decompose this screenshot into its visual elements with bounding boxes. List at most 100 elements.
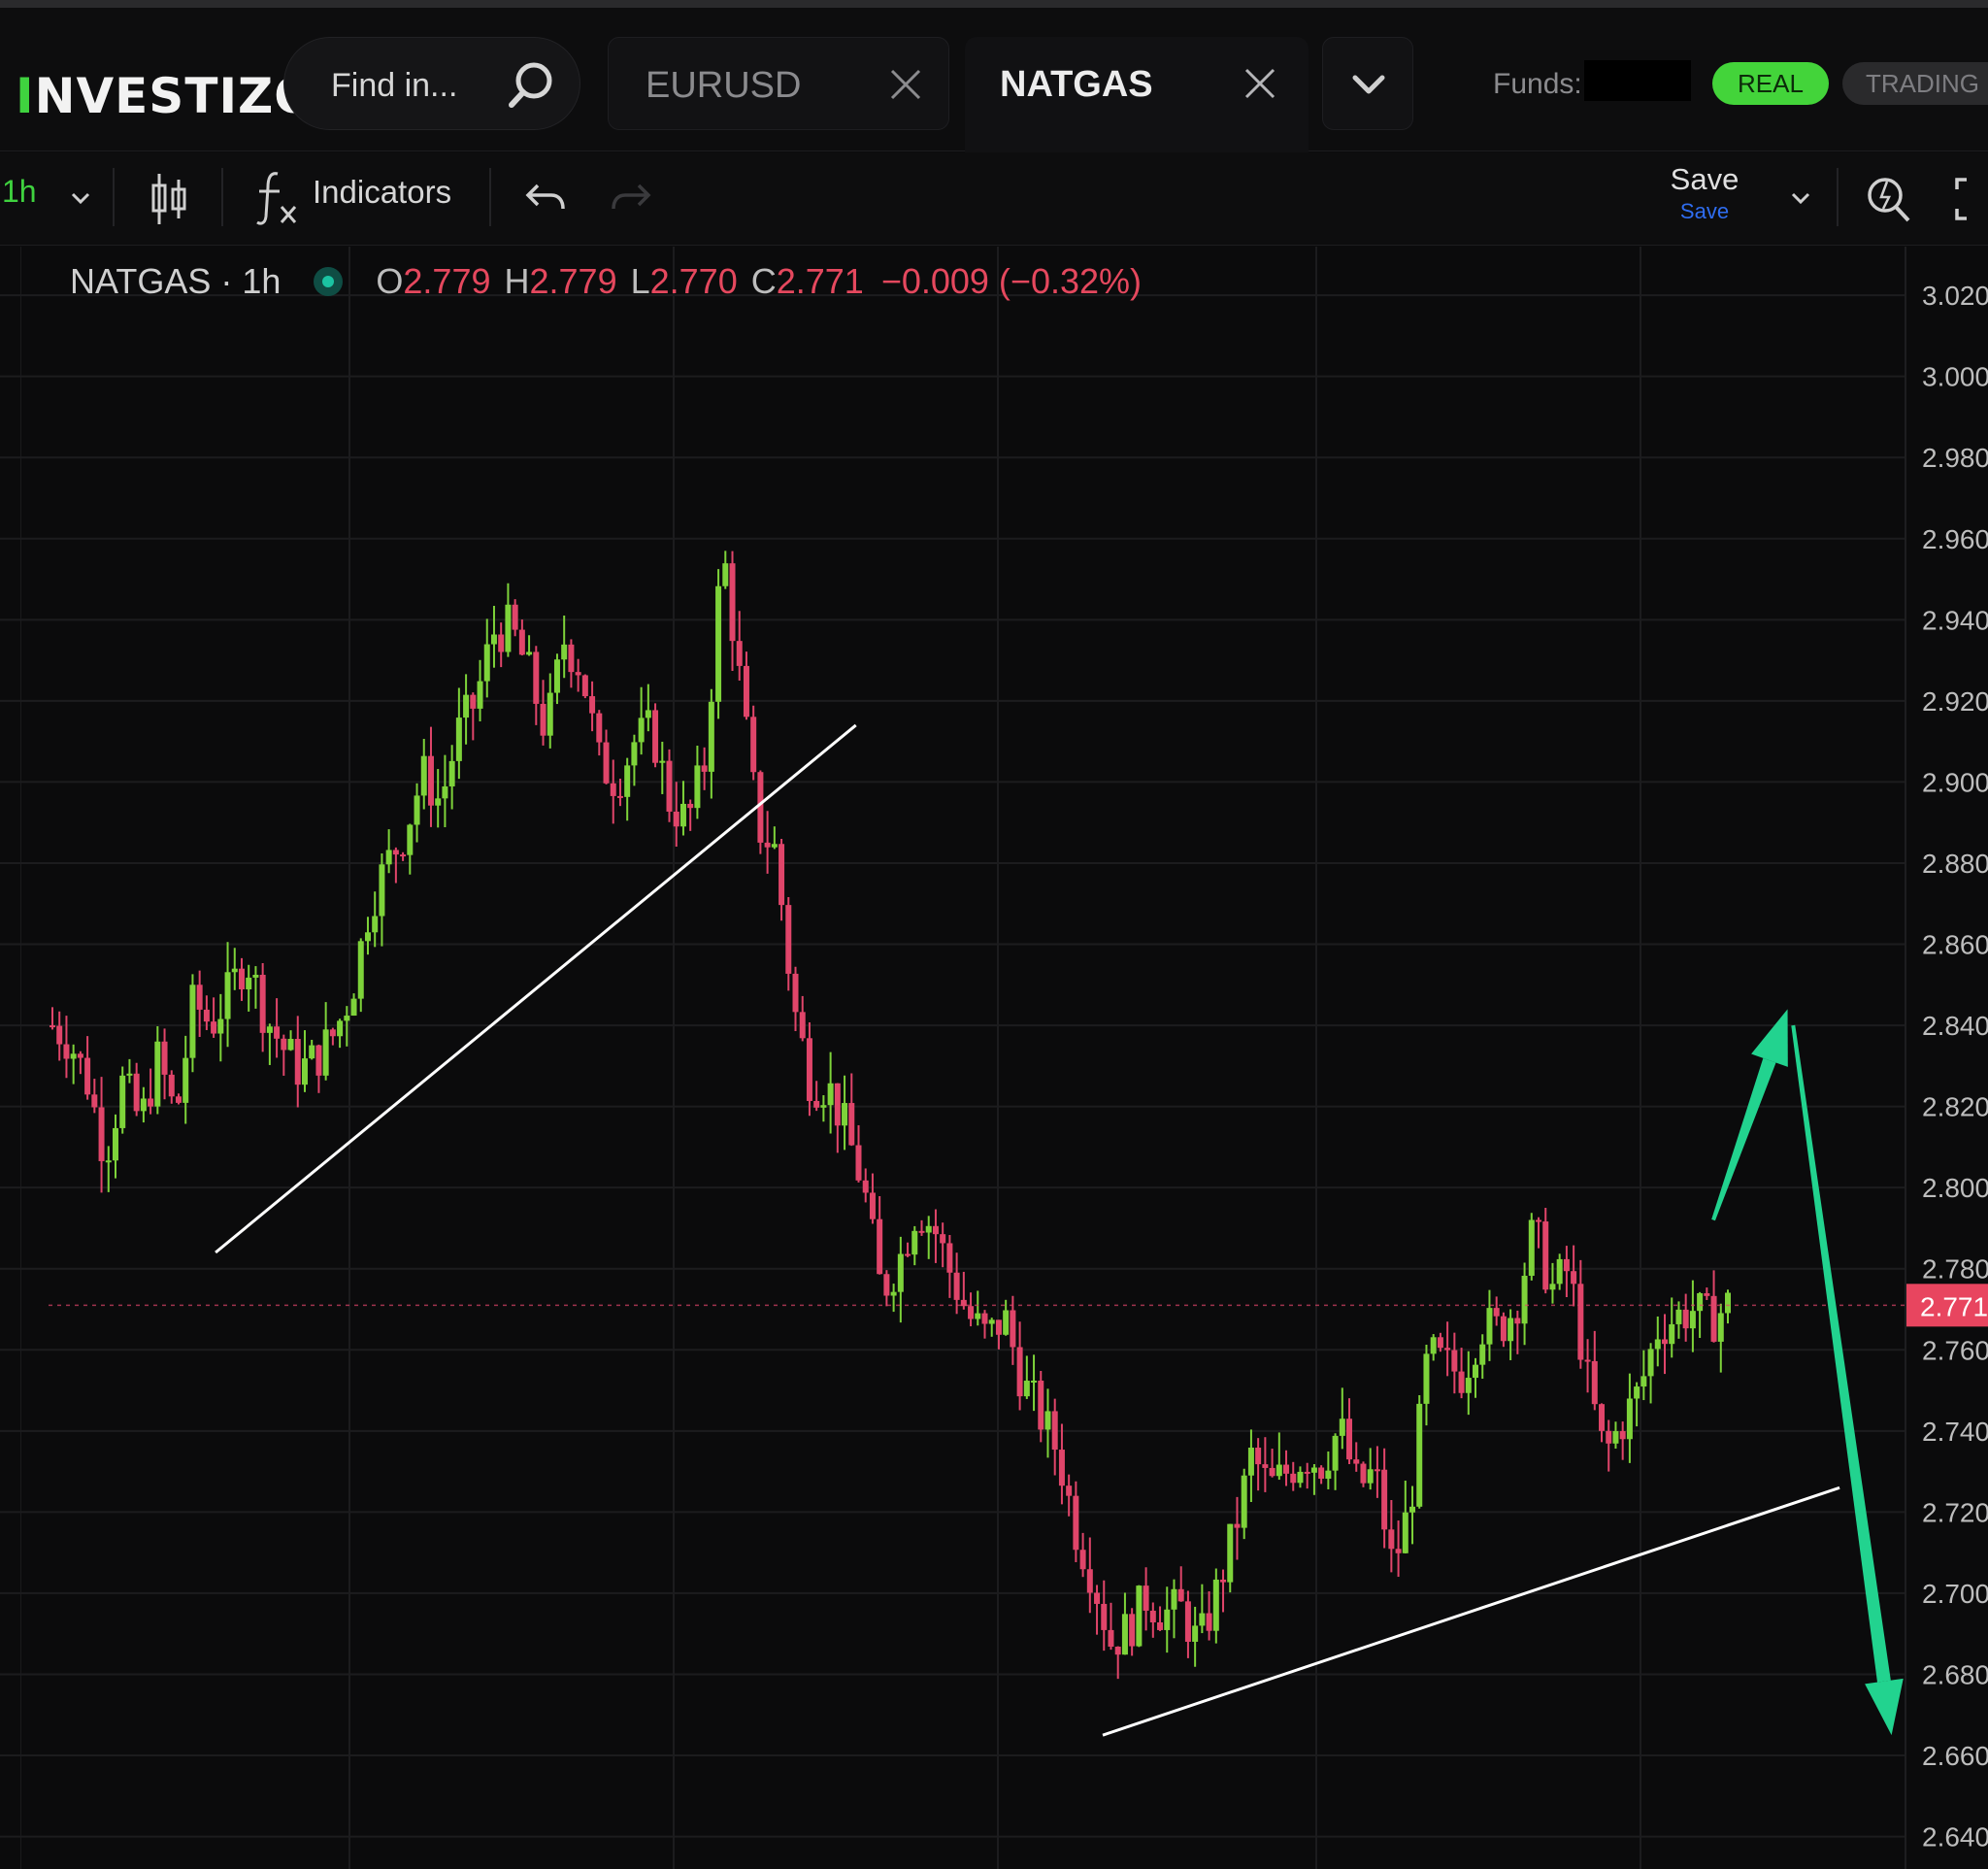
price-tick-label: 3.020 — [1922, 281, 1988, 311]
close-icon[interactable] — [1241, 64, 1279, 103]
candle-body — [1697, 1293, 1704, 1312]
candle-body — [119, 1075, 126, 1128]
legend-symbol: NATGAS · 1h — [70, 261, 282, 301]
symbol-search[interactable]: Find in... — [283, 37, 580, 130]
candle-body — [659, 760, 666, 763]
legend-open-value: 2.779 — [403, 261, 491, 301]
candle-body — [1079, 1550, 1086, 1570]
candle-body — [1339, 1418, 1345, 1436]
chevron-down-icon[interactable] — [1786, 184, 1815, 213]
real-account-toggle[interactable]: REAL — [1712, 62, 1829, 105]
legend-close-value: 2.771 — [776, 261, 864, 301]
candle-body — [105, 1160, 112, 1163]
chevron-down-icon[interactable] — [66, 184, 95, 213]
candle-body — [561, 644, 568, 660]
candle-body — [1584, 1359, 1591, 1362]
candle-body — [1493, 1308, 1500, 1317]
price-tick-label: 2.960 — [1922, 524, 1988, 554]
candles — [50, 551, 1731, 1680]
more-tabs-button[interactable] — [1322, 37, 1413, 130]
candle-body — [694, 765, 701, 809]
price-tick-label: 2.780 — [1922, 1254, 1988, 1285]
last-price-label: 2.771 — [1920, 1291, 1988, 1321]
candle-body — [224, 972, 231, 1019]
toolbar-divider — [221, 168, 223, 226]
tab-label: EURUSD — [646, 65, 802, 106]
price-chart[interactable] — [0, 247, 1988, 1869]
candle-body — [624, 765, 631, 797]
price-tick-label: 2.980 — [1922, 443, 1988, 473]
candle-body — [182, 1057, 189, 1103]
drawings — [215, 723, 1904, 1737]
candle-body — [771, 844, 778, 848]
quick-search-icon[interactable] — [1864, 170, 1914, 228]
candle-type-icon[interactable] — [146, 170, 192, 228]
logo-letter-i2: I — [218, 68, 239, 124]
price-axis[interactable]: 3.020 3.000 2.980 2.960 2.940 2.920 2.900 2.880… — [1905, 247, 1988, 1869]
candle-body — [1031, 1381, 1038, 1384]
candle-body — [1199, 1613, 1206, 1626]
candle-body — [1192, 1625, 1199, 1642]
price-tick-label: 3.000 — [1922, 362, 1988, 392]
function-fx-icon[interactable] — [254, 168, 301, 228]
candle-body — [1675, 1309, 1682, 1324]
candle-body — [154, 1041, 161, 1107]
candle-body — [960, 1299, 967, 1307]
candle-body — [1465, 1378, 1472, 1393]
candle-body — [1500, 1316, 1507, 1342]
undo-icon[interactable] — [524, 178, 567, 217]
tab-eurusd[interactable]: EURUSD — [608, 37, 949, 130]
candle-body — [1654, 1339, 1661, 1350]
candle-body — [616, 795, 623, 798]
price-tick-label: 2.860 — [1922, 930, 1988, 960]
candle-body — [848, 1103, 855, 1146]
candle-body — [995, 1319, 1002, 1335]
candle-body — [1206, 1613, 1212, 1631]
candle-body — [1430, 1337, 1437, 1354]
candle-body — [1177, 1588, 1184, 1602]
interval-selector[interactable]: 1h — [2, 174, 37, 210]
candle-body — [463, 694, 470, 718]
investizo-logo[interactable]: I NVEST I ZO — [16, 47, 316, 124]
candle-body — [1184, 1601, 1191, 1642]
redo-icon[interactable] — [610, 178, 652, 217]
trading-account-toggle[interactable]: TRADING — [1842, 62, 1988, 105]
candle-body — [1241, 1475, 1247, 1528]
candle-body — [1444, 1348, 1451, 1351]
candle-body — [161, 1041, 168, 1075]
candle-body — [168, 1074, 175, 1097]
candle-body — [679, 803, 686, 827]
toolbar-divider — [489, 168, 491, 226]
price-tick-label: 2.640 — [1922, 1822, 1988, 1852]
candle-body — [533, 651, 540, 704]
search-icon[interactable] — [504, 57, 558, 112]
candle-body — [1332, 1435, 1339, 1471]
candle-body — [505, 604, 512, 652]
candle-body — [1016, 1347, 1023, 1397]
close-icon[interactable] — [886, 65, 925, 104]
candle-body — [918, 1230, 925, 1233]
fullscreen-icon[interactable] — [1953, 176, 1988, 222]
tab-natgas[interactable]: NATGAS — [965, 37, 1309, 159]
candle-body — [1367, 1469, 1374, 1484]
price-tick-label: 2.740 — [1922, 1417, 1988, 1447]
candle-body — [1066, 1485, 1073, 1496]
candle-body — [975, 1313, 981, 1319]
candle-body — [827, 1083, 834, 1106]
legend-low-value: 2.770 — [649, 261, 738, 301]
candle-body — [392, 850, 399, 855]
save-button[interactable]: Save Save — [1668, 162, 1741, 224]
legend-change: −0.009 (−0.32%) — [880, 261, 1143, 301]
projection-arrow-head — [1865, 1678, 1904, 1736]
candle-body — [722, 563, 729, 586]
candle-body — [1458, 1371, 1465, 1393]
candle-body — [294, 1039, 301, 1085]
candle-body — [518, 629, 525, 655]
candle-body — [1297, 1471, 1304, 1484]
indicators-button[interactable]: Indicators — [313, 174, 451, 211]
candle-body — [211, 1021, 217, 1034]
candle-body — [1276, 1464, 1282, 1477]
candle-body — [1563, 1258, 1570, 1272]
candle-body — [553, 659, 560, 693]
candle-body — [1157, 1621, 1164, 1630]
